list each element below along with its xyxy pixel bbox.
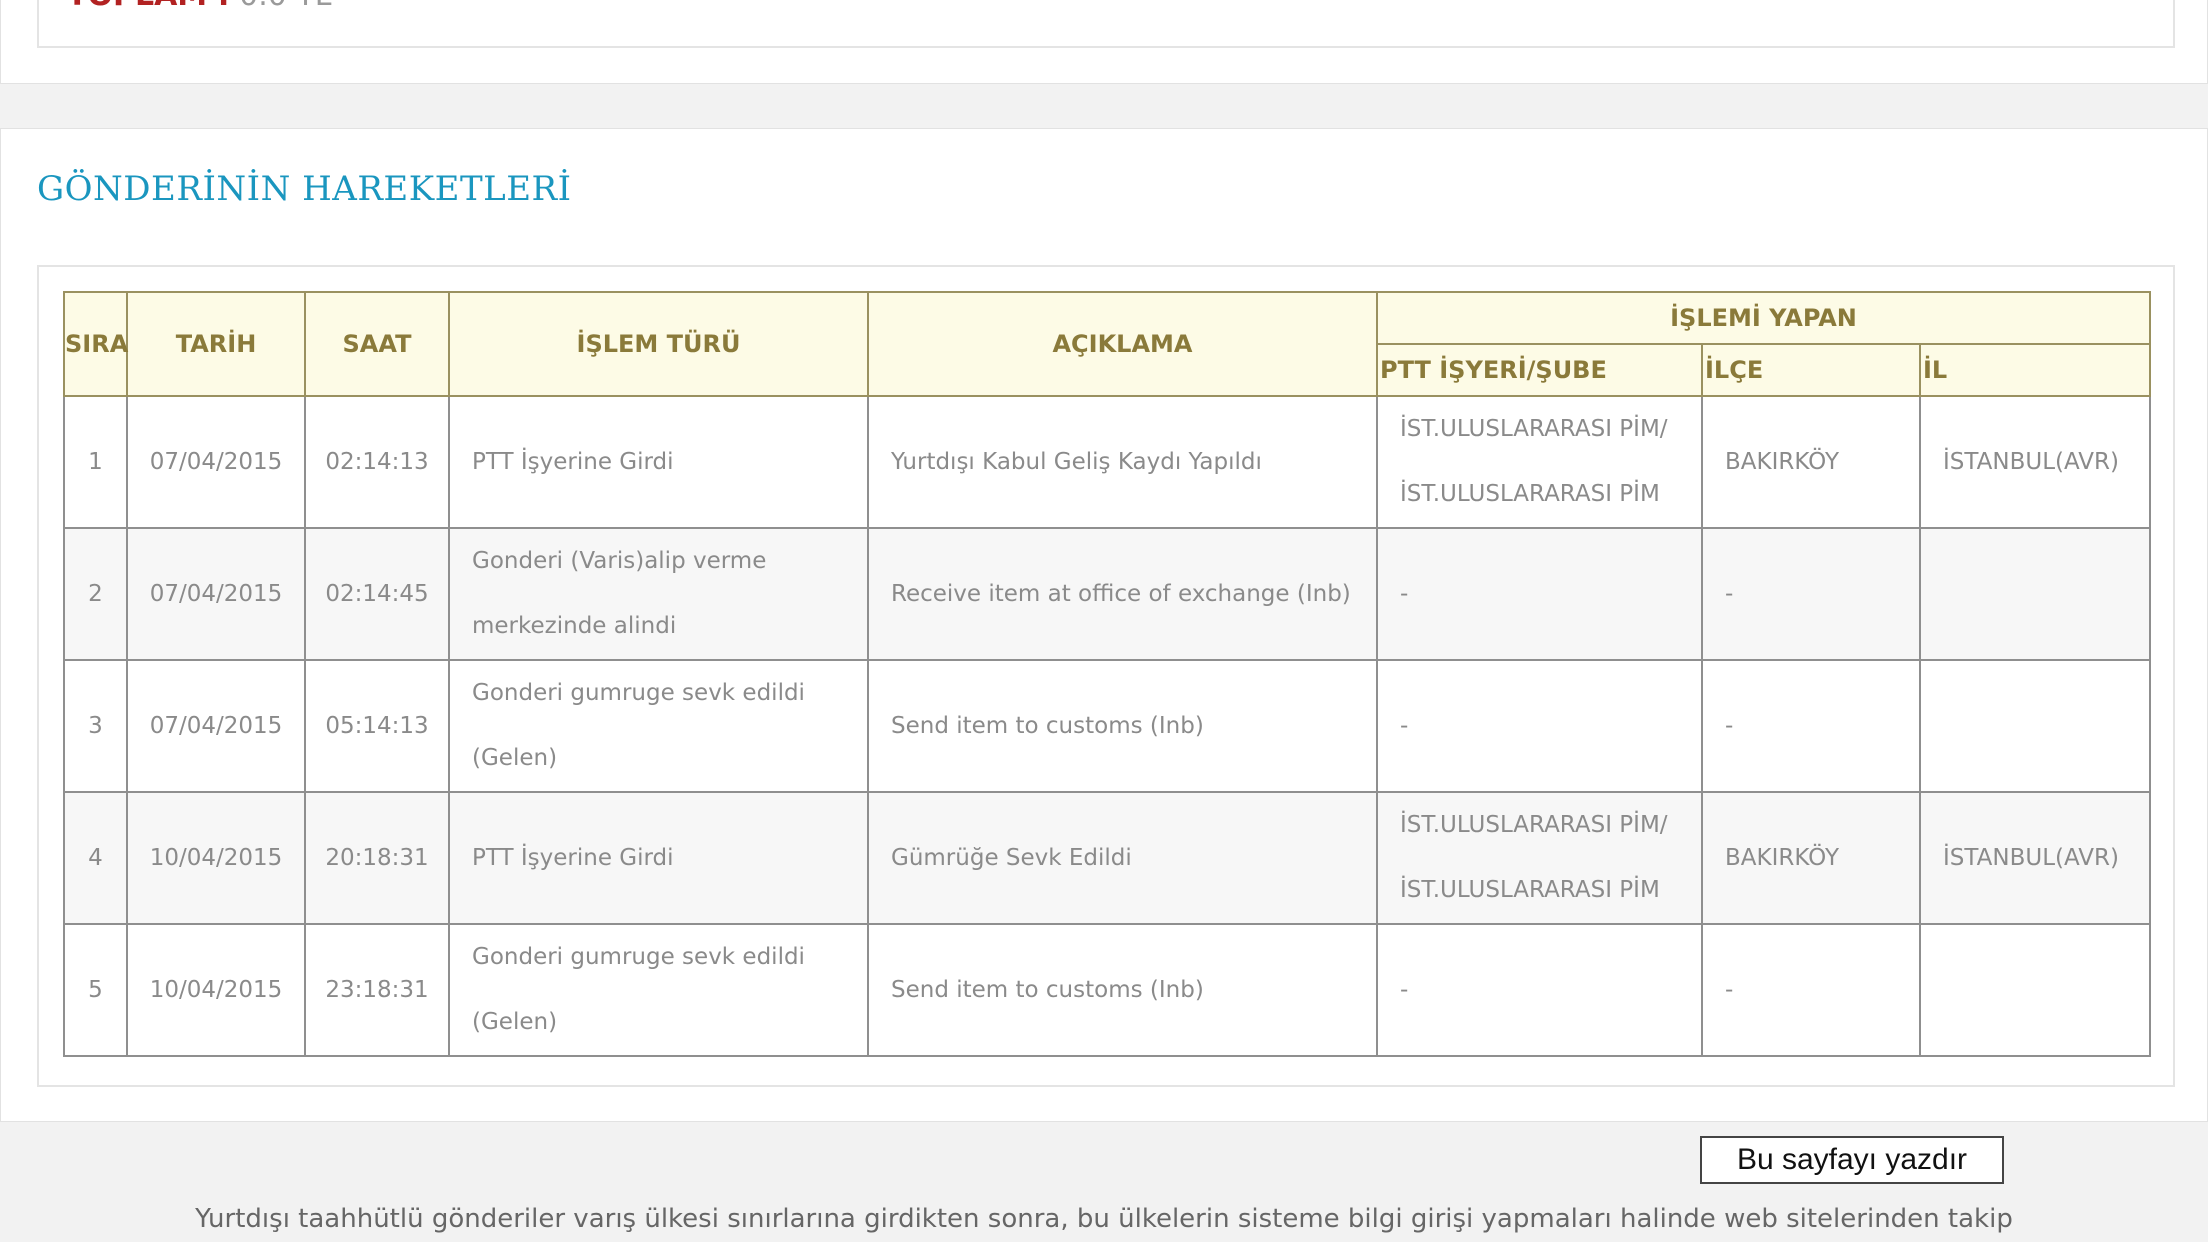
header-ilce: İLÇE — [1701, 343, 1921, 397]
cell-ilce: BAKIRKÖY — [1701, 395, 1921, 529]
header-tarih: TARİH — [126, 291, 306, 397]
table-row: 3 07/04/2015 05:14:13 Gonderi gumruge sevk … — [63, 659, 2152, 793]
cell-sira: 5 — [63, 923, 128, 1057]
cell-isyeri-sube: - — [1376, 923, 1703, 1057]
print-page-button[interactable]: Bu sayfayı yazdır — [1700, 1136, 2004, 1184]
cell-sira: 4 — [63, 791, 128, 925]
header-saat: SAAT — [304, 291, 450, 397]
table-row: 1 07/04/2015 02:14:13 PTT İşyerine Girdi Yur… — [63, 395, 2152, 529]
total-value: 0.0 TL — [239, 0, 331, 13]
shipment-movements-card: GÖNDERİNİN HAREKETLERİ SIRA TARİH SAAT İ… — [0, 128, 2208, 1122]
cell-tarih: 10/04/2015 — [126, 923, 306, 1057]
header-islemi-yapan: İŞLEMİ YAPAN — [1375, 291, 2152, 345]
cell-islem-turu-line: Gonderi (Varis)alip verme — [472, 548, 767, 574]
cell-saat: 02:14:13 — [304, 395, 450, 529]
cell-isyeri-sube: İST.ULUSLARARASI PİM/İST.ULUSLARARASI Pİ… — [1376, 395, 1703, 529]
cell-saat: 02:14:45 — [304, 527, 450, 661]
table-row: 5 10/04/2015 23:18:31 Gonderi gumruge sevk … — [63, 923, 2152, 1057]
cell-ilce: - — [1701, 923, 1921, 1057]
cell-islem-turu-line: merkezinde alindi — [472, 613, 677, 639]
cell-isyeri-sube: - — [1376, 527, 1703, 661]
cell-islem-turu: PTT İşyerine Girdi — [448, 791, 869, 925]
header-isyeri-sube: PTT İŞYERİ/ŞUBE — [1376, 343, 1703, 397]
total-label: TOPLAM : — [67, 0, 230, 13]
cell-islem-turu-line: Gonderi gumruge sevk edildi — [472, 944, 805, 970]
cell-tarih: 07/04/2015 — [126, 395, 306, 529]
cell-sira: 2 — [63, 527, 128, 661]
footer-note: Yurtdışı taahhütlü gönderiler varış ülke… — [195, 1204, 2013, 1234]
cell-islem-turu-line: (Gelen) — [472, 1009, 558, 1035]
cell-islem-turu-line: PTT İşyerine Girdi — [472, 844, 674, 871]
movements-table: SIRA TARİH SAAT İŞLEM TÜRÜ AÇIKLAMA İŞLE… — [63, 291, 2152, 1057]
cell-tarih: 10/04/2015 — [126, 791, 306, 925]
cell-aciklama: Yurtdışı Kabul Geliş Kaydı Yapıldı — [867, 395, 1378, 529]
cell-aciklama: Gümrüğe Sevk Edildi — [867, 791, 1378, 925]
cell-il — [1918, 659, 2152, 793]
cell-islem-turu-line: PTT İşyerine Girdi — [472, 448, 674, 475]
cell-isyeri-sube-line: - — [1400, 976, 1409, 1003]
cell-il: İSTANBUL(AVR) — [1918, 395, 2152, 529]
cell-ilce: - — [1701, 659, 1921, 793]
table-row: 2 07/04/2015 02:14:45 Gonderi (Varis)alip v… — [63, 527, 2152, 661]
header-islem-turu: İŞLEM TÜRÜ — [448, 291, 869, 397]
cell-isyeri-sube: - — [1376, 659, 1703, 793]
cell-isyeri-sube-line: İST.ULUSLARARASI PİM/ — [1400, 812, 1668, 838]
cell-aciklama: Send item to customs (Inb) — [867, 923, 1378, 1057]
cell-il: İSTANBUL(AVR) — [1918, 791, 2152, 925]
header-il: İL — [1918, 343, 2152, 397]
cell-tarih: 07/04/2015 — [126, 527, 306, 661]
cell-aciklama: Send item to customs (Inb) — [867, 659, 1378, 793]
cell-isyeri-sube: İST.ULUSLARARASI PİM/İST.ULUSLARARASI Pİ… — [1376, 791, 1703, 925]
cell-isyeri-sube-line: İST.ULUSLARARASI PİM — [1400, 877, 1660, 903]
cell-islem-turu: Gonderi (Varis)alip verme merkezinde alin… — [448, 527, 869, 661]
cell-islem-turu-line: Gonderi gumruge sevk edildi — [472, 680, 805, 706]
cell-tarih: 07/04/2015 — [126, 659, 306, 793]
cell-islem-turu: PTT İşyerine Girdi — [448, 395, 869, 529]
total-line: TOPLAM : 0.0 TL — [67, 0, 331, 11]
cell-saat: 20:18:31 — [304, 791, 450, 925]
cell-aciklama: Receive item at office of exchange (Inb) — [867, 527, 1378, 661]
section-title: GÖNDERİNİN HAREKETLERİ — [37, 169, 572, 209]
cell-islem-turu: Gonderi gumruge sevk edildi (Gelen) — [448, 659, 869, 793]
cell-isyeri-sube-line: İST.ULUSLARARASI PİM — [1400, 481, 1660, 507]
cell-saat: 23:18:31 — [304, 923, 450, 1057]
cell-saat: 05:14:13 — [304, 659, 450, 793]
cell-ilce: BAKIRKÖY — [1701, 791, 1921, 925]
cell-sira: 1 — [63, 395, 128, 529]
header-sira: SIRA — [63, 291, 128, 397]
summary-inner-box: TOPLAM : 0.0 TL — [37, 0, 2175, 48]
cell-isyeri-sube-line: - — [1400, 580, 1409, 607]
cell-isyeri-sube-line: - — [1400, 712, 1409, 739]
cell-islem-turu: Gonderi gumruge sevk edildi (Gelen) — [448, 923, 869, 1057]
cell-islem-turu-line: (Gelen) — [472, 745, 558, 771]
cell-isyeri-sube-line: İST.ULUSLARARASI PİM/ — [1400, 416, 1668, 442]
cell-sira: 3 — [63, 659, 128, 793]
cell-il — [1918, 923, 2152, 1057]
movements-table-body: 1 07/04/2015 02:14:13 PTT İşyerine Girdi Yur… — [63, 395, 2152, 1057]
movements-table-container: SIRA TARİH SAAT İŞLEM TÜRÜ AÇIKLAMA İŞLE… — [37, 265, 2175, 1087]
header-aciklama: AÇIKLAMA — [867, 291, 1378, 397]
table-row: 4 10/04/2015 20:18:31 PTT İşyerine Girdi Güm… — [63, 791, 2152, 925]
summary-card: TOPLAM : 0.0 TL — [0, 0, 2208, 84]
cell-il — [1918, 527, 2152, 661]
cell-ilce: - — [1701, 527, 1921, 661]
